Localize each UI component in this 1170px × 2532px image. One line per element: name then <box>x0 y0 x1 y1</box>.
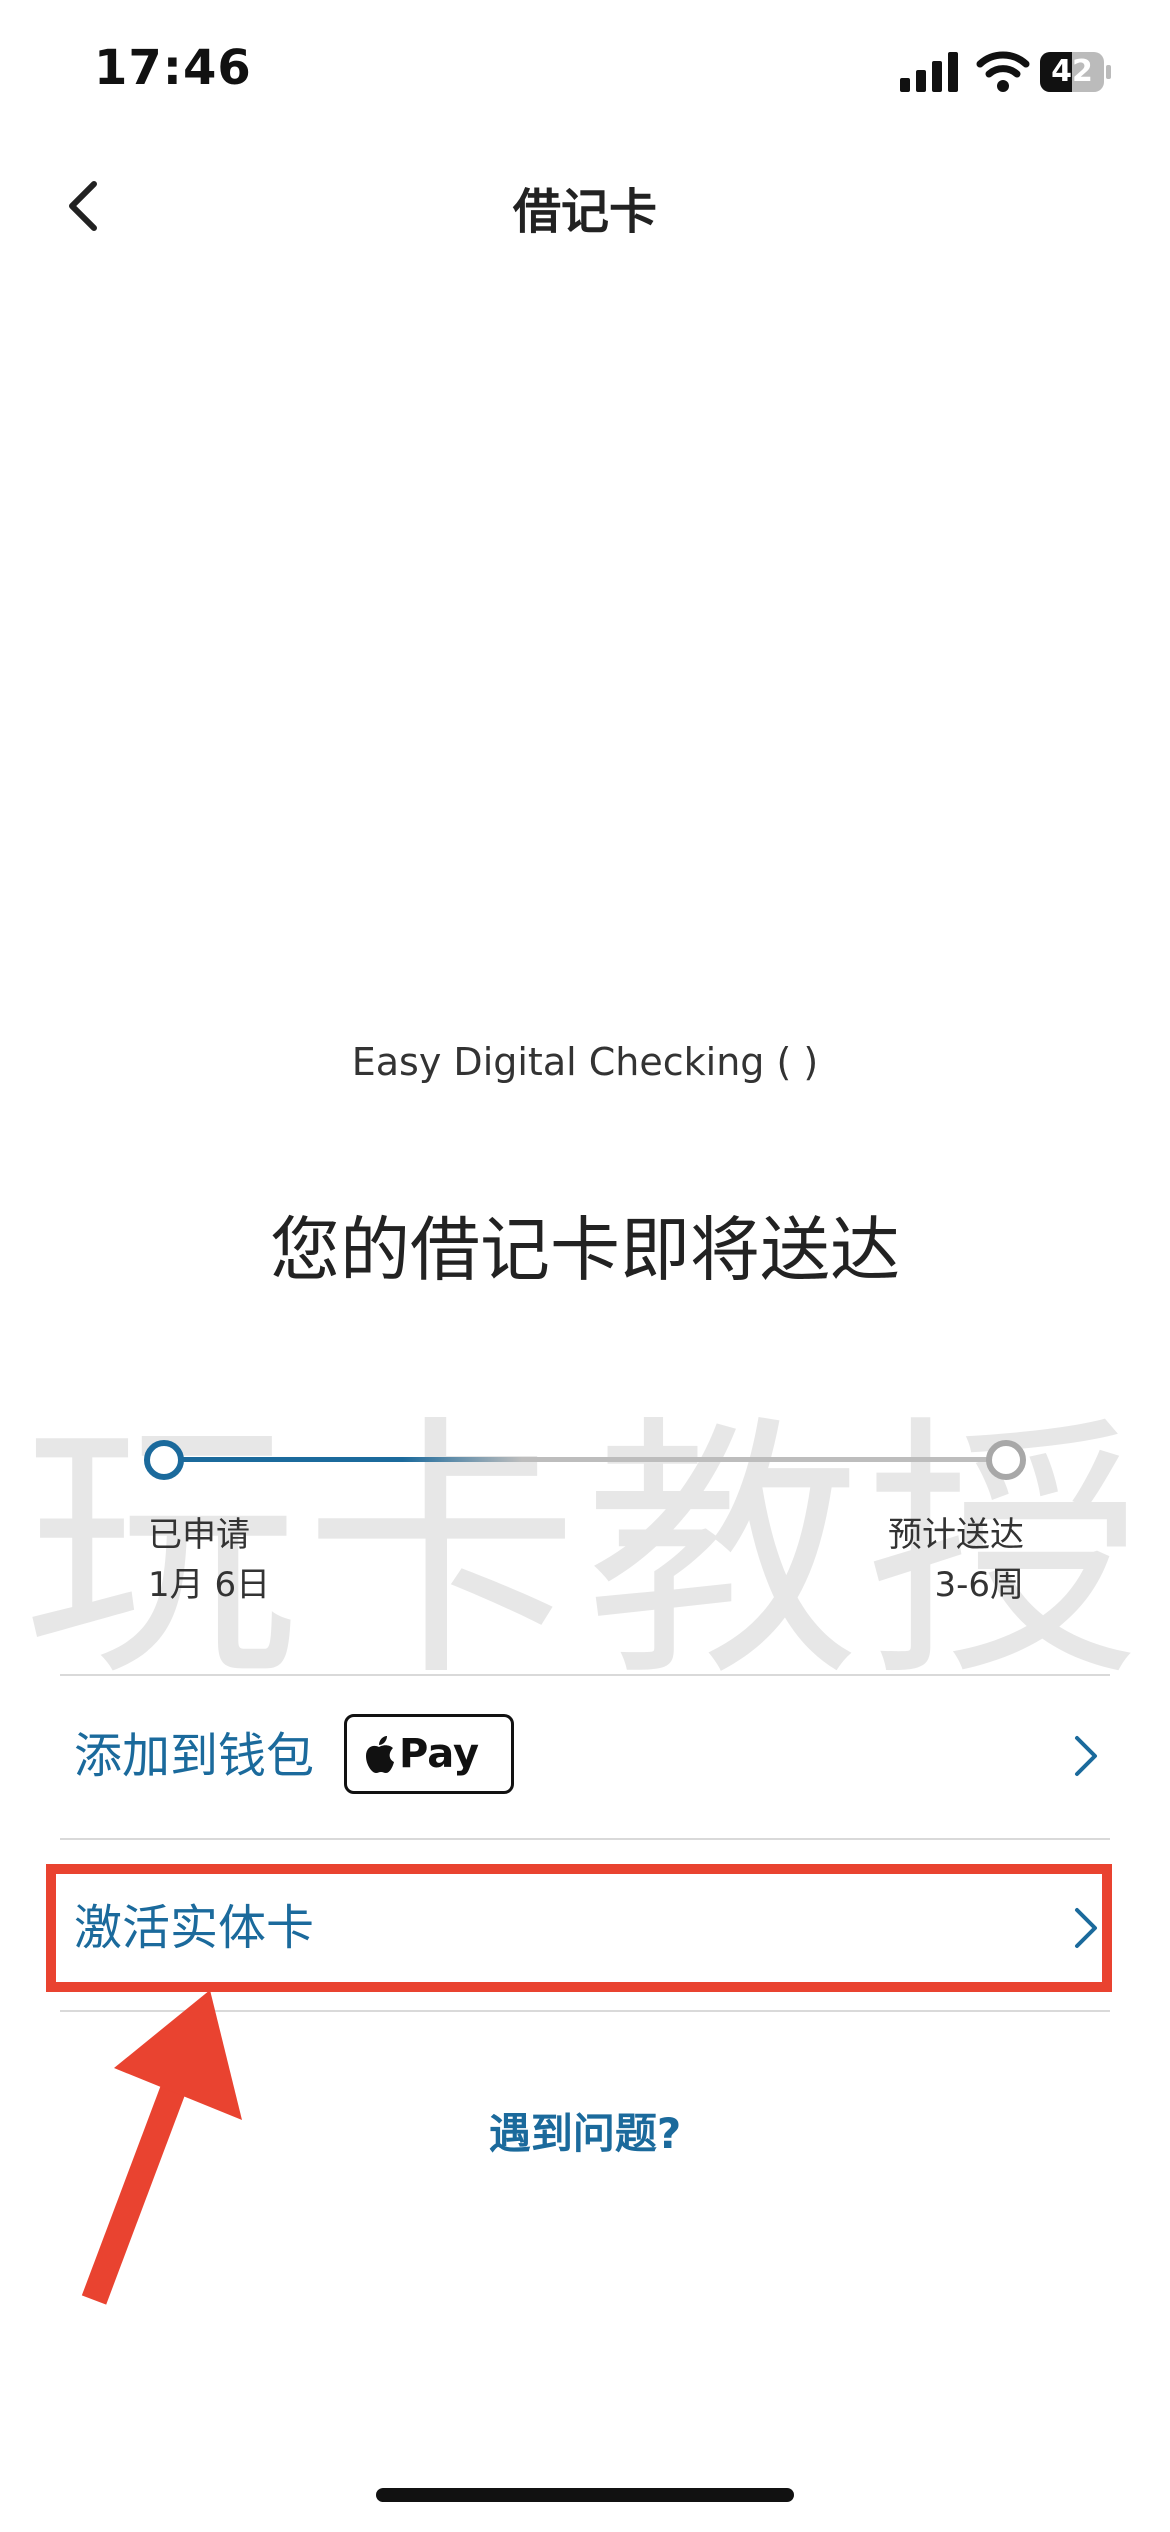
add-to-wallet-label: 添加到钱包 <box>74 1728 315 1784</box>
battery-icon: 42 <box>1040 52 1112 92</box>
apple-logo-icon <box>366 1736 394 1773</box>
page-title: 借记卡 <box>512 184 657 240</box>
step-applied: 已申请 1月 6日 <box>148 1510 270 1610</box>
battery-level: 42 <box>1051 54 1093 89</box>
step-applied-label: 已申请 <box>148 1515 250 1555</box>
apple-pay-text: Pay <box>399 1731 480 1777</box>
step-estimated-delivery: 预计送达 3-6周 <box>780 1510 1024 1610</box>
wifi-icon <box>976 51 1030 92</box>
cellular-signal-icon <box>900 52 958 92</box>
chevron-right-icon <box>1075 1736 1097 1776</box>
progress-track <box>164 1457 1016 1462</box>
step-estimated-value: 3-6周 <box>934 1565 1024 1605</box>
step-applied-date: 1月 6日 <box>148 1565 271 1605</box>
divider <box>60 1838 1110 1840</box>
annotation-arrow-icon <box>81 1990 242 2305</box>
step-estimated-label: 预计送达 <box>888 1515 1024 1555</box>
headline: 您的借记卡即将送达 <box>270 1209 900 1291</box>
progress-end-node <box>986 1440 1026 1480</box>
account-name: Easy Digital Checking ( ) <box>351 1040 819 1084</box>
home-indicator[interactable] <box>376 2488 794 2502</box>
progress-start-node <box>144 1440 184 1480</box>
status-time: 17:46 <box>94 40 252 96</box>
highlight-box <box>46 1864 1112 1992</box>
delivery-progress-tracker <box>144 1440 1026 1480</box>
add-to-wallet-row[interactable]: 添加到钱包 Pay <box>60 1676 1110 1836</box>
apple-pay-badge: Pay <box>344 1714 514 1794</box>
